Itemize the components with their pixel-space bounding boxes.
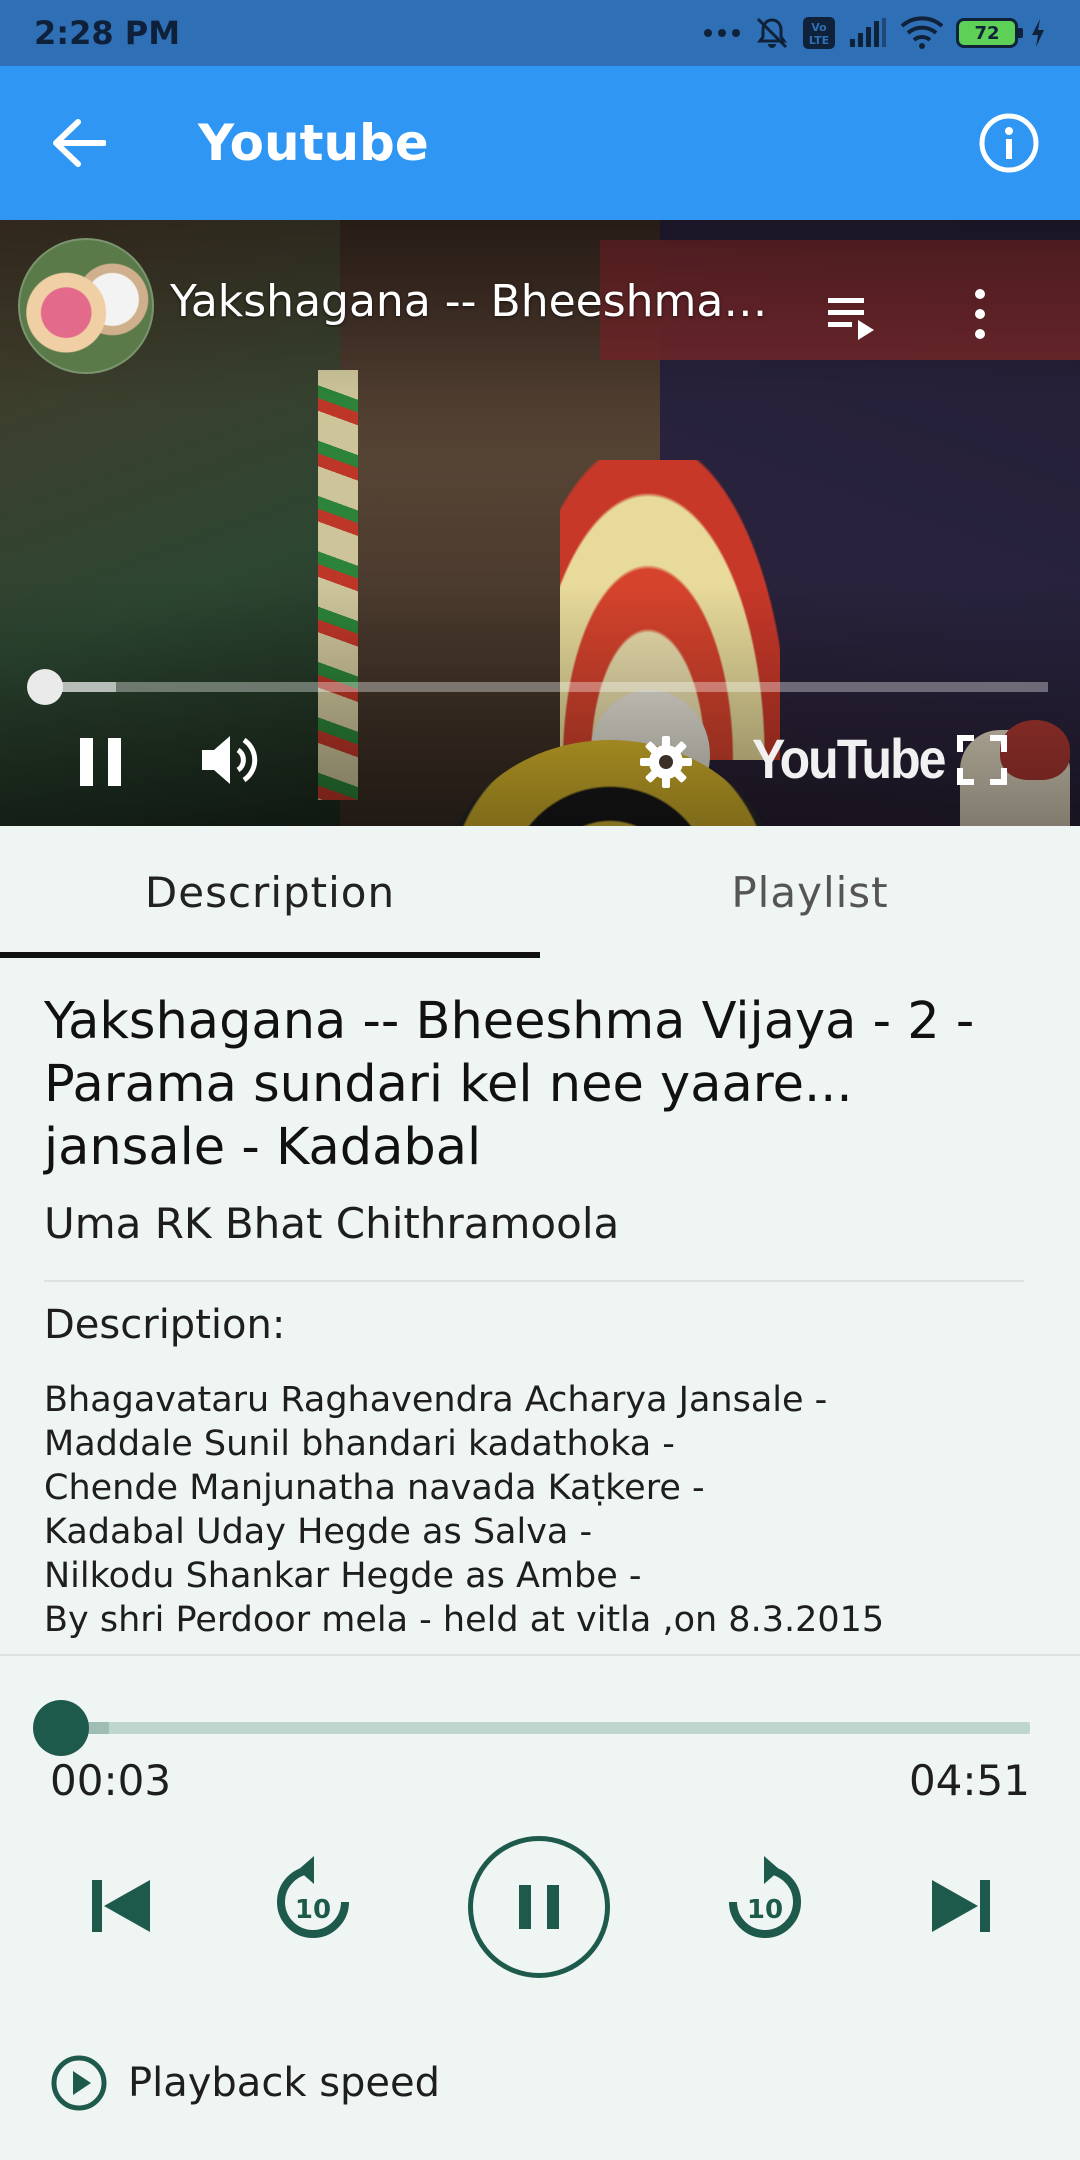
svg-text:LTE: LTE [809, 34, 829, 47]
wifi-icon [900, 16, 944, 49]
status-icons: Vo LTE 72 [702, 15, 1046, 51]
charging-icon [1032, 19, 1044, 47]
rewind-seconds: 10 [295, 1895, 331, 1925]
description-line: Maddale Sunil bhandari kadathoka - [44, 1424, 675, 1464]
seek-thumb[interactable] [33, 1700, 89, 1756]
seek-bar[interactable] [60, 1722, 1030, 1734]
description-line: Bhagavataru Raghavendra Acharya Jansale … [44, 1380, 828, 1420]
tab-description[interactable]: Description [0, 826, 540, 958]
more-notifications-icon [704, 29, 740, 37]
video-heading: Yakshagana -- Bheeshma Vijaya - 2 - Para… [44, 992, 975, 1177]
video-details: Yakshagana -- Bheeshma Vijaya - 2 - Para… [44, 990, 1034, 1248]
more-vert-icon[interactable] [968, 286, 992, 342]
back-arrow-icon[interactable] [50, 118, 106, 168]
info-icon[interactable] [978, 112, 1040, 174]
youtube-logo[interactable]: YouTube [752, 727, 946, 792]
battery-icon: 72 [956, 18, 1023, 48]
video-progress-bar[interactable] [46, 682, 1048, 692]
video-player[interactable]: Yakshagana -- Bheeshma ... YouTube [0, 220, 1080, 826]
description-line: Chende Manjunatha navada Kaṭkere - [44, 1468, 705, 1508]
tab-indicator [0, 952, 540, 958]
volte-icon: VoLTE [803, 17, 835, 49]
signal-icon [850, 18, 886, 47]
description-line: Kadabal Uday Hegde as Salva - [44, 1512, 593, 1552]
divider [0, 1654, 1080, 1656]
divider [44, 1280, 1024, 1282]
forward-icon: 10 [729, 1856, 801, 1938]
settings-gear-icon[interactable] [638, 734, 694, 790]
rewind-icon: 10 [277, 1856, 349, 1938]
app-title: Youtube [198, 114, 429, 172]
pause-icon [519, 1885, 559, 1929]
current-time: 00:03 [50, 1756, 172, 1805]
description-line: Nilkodu Shankar Hegde as Ambe - [44, 1556, 642, 1596]
video-title[interactable]: Yakshagana -- Bheeshma ... [170, 276, 770, 327]
tab-playlist[interactable]: Playlist [540, 826, 1080, 958]
video-progress-thumb[interactable] [27, 669, 63, 705]
video-pause-icon[interactable] [78, 734, 124, 790]
playback-speed-label: Playback speed [128, 2060, 441, 2106]
forward-10-button[interactable]: 10 [720, 1852, 810, 1952]
skip-previous-icon[interactable] [88, 1876, 154, 1936]
play-pause-button[interactable] [468, 1836, 610, 1978]
status-bar: 2:28 PM Vo LTE 72 [0, 0, 1080, 66]
mute-icon [756, 17, 788, 49]
rewind-10-button[interactable]: 10 [268, 1852, 358, 1952]
description-line: By shri Perdoor mela - held at vitla ,on… [44, 1600, 885, 1640]
fullscreen-icon[interactable] [956, 734, 1008, 786]
forward-seconds: 10 [747, 1895, 783, 1925]
description-text: Bhagavataru Raghavendra Acharya Jansale … [44, 1378, 884, 1642]
status-time: 2:28 PM [34, 14, 181, 52]
tab-bar: Description Playlist [0, 826, 1080, 958]
svg-text:Vo: Vo [811, 21, 827, 34]
app-bar: Youtube [0, 66, 1080, 220]
skip-next-icon[interactable] [928, 1876, 994, 1936]
playlist-queue-icon[interactable] [826, 292, 882, 344]
total-time: 04:51 [908, 1756, 1030, 1805]
playback-speed-button[interactable]: Playback speed [50, 2054, 440, 2112]
play-circle-icon [51, 2055, 107, 2111]
volume-icon[interactable] [198, 728, 262, 792]
battery-level: 72 [974, 22, 1000, 44]
channel-name: Uma RK Bhat Chithramoola [44, 1199, 620, 1248]
description-label: Description: [44, 1302, 286, 1348]
channel-avatar[interactable] [18, 238, 154, 374]
